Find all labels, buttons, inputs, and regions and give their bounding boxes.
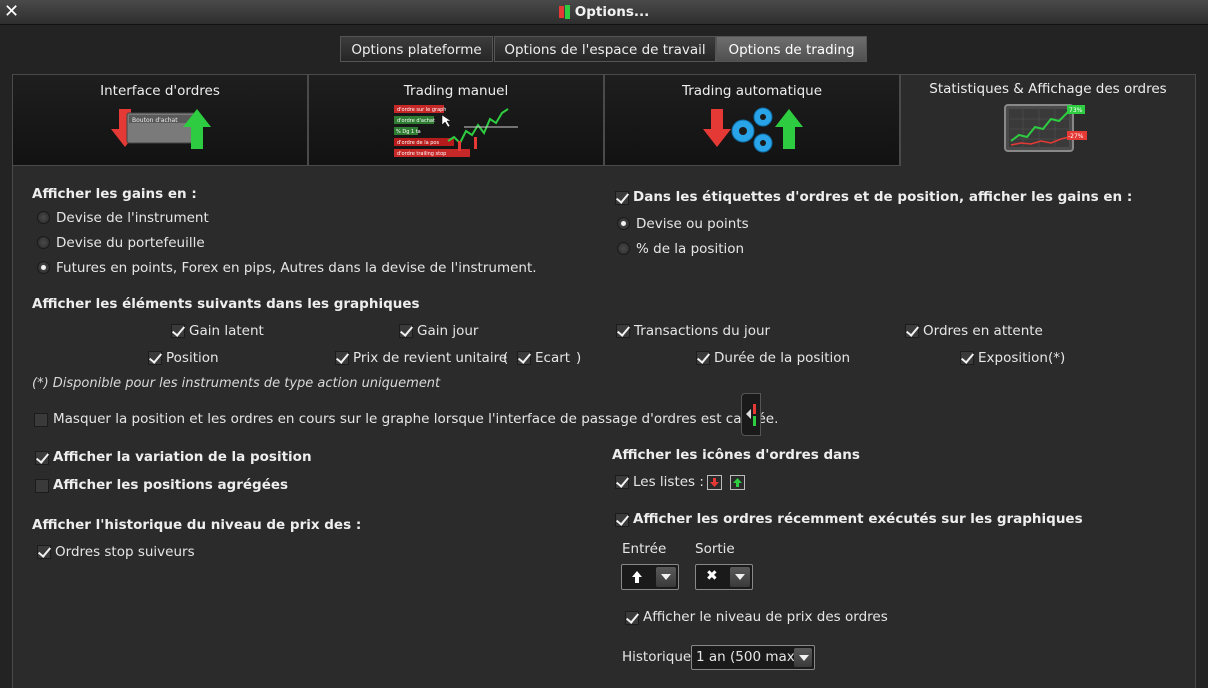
chevron-down-icon[interactable] bbox=[730, 567, 750, 587]
entry-label: Entrée bbox=[622, 541, 667, 557]
pending-orders-label: Ordres en attente bbox=[923, 323, 1043, 339]
radio-percent-position[interactable] bbox=[617, 242, 630, 255]
tab-platform-options[interactable]: Options plateforme bbox=[340, 36, 493, 62]
exposure-checkbox[interactable] bbox=[960, 351, 974, 365]
trailing-stop-label: Ordres stop suiveurs bbox=[55, 544, 195, 560]
lists-label: Les listes : bbox=[633, 474, 704, 490]
title-wrap: Options... bbox=[0, 0, 1208, 24]
unit-cost-label: Prix de revient unitaire bbox=[353, 350, 508, 366]
lists-checkbox[interactable] bbox=[615, 475, 629, 489]
gain-latent-label: Gain latent bbox=[189, 323, 264, 339]
radio-futures-points[interactable] bbox=[37, 261, 50, 274]
order-panel-toggle-icon[interactable] bbox=[741, 393, 761, 436]
tab-automatic-trading-label: Trading automatique bbox=[681, 83, 823, 99]
order-interface-mini-text: Bouton d'achat bbox=[132, 117, 178, 124]
manual-row-1: d'ordre d'achat bbox=[397, 118, 435, 124]
price-level-checkbox[interactable] bbox=[625, 611, 639, 625]
order-icons-title: Afficher les icônes d'ordres dans bbox=[612, 447, 860, 463]
radio-portfolio-currency[interactable] bbox=[37, 236, 50, 249]
manual-row-4: d'ordre trailing stop bbox=[397, 151, 446, 157]
radio-instrument-currency-label: Devise de l'instrument bbox=[56, 210, 209, 226]
unit-cost-checkbox[interactable] bbox=[335, 351, 349, 365]
history-select-value: 1 an (500 max) bbox=[696, 649, 801, 665]
tab-stats-display-label: Statistiques & Affichage des ordres bbox=[929, 81, 1167, 97]
aggregated-checkbox[interactable] bbox=[35, 479, 49, 493]
variation-label: Afficher la variation de la position bbox=[53, 449, 312, 465]
gain-jour-label: Gain jour bbox=[417, 323, 479, 339]
chart-elements-title: Afficher les éléments suivants dans les … bbox=[32, 296, 420, 312]
automatic-trading-icon bbox=[703, 107, 803, 153]
gains-title: Afficher les gains en : bbox=[32, 186, 197, 202]
pending-orders-checkbox[interactable] bbox=[905, 324, 919, 338]
exit-marker-select[interactable]: ✖ bbox=[695, 564, 753, 590]
labels-gains-title: Dans les étiquettes d'ordres et de posit… bbox=[633, 189, 1133, 205]
tab-order-interface-label: Interface d'ordres bbox=[100, 83, 220, 99]
price-level-label: Afficher le niveau de prix des ordres bbox=[643, 609, 888, 625]
spread-checkbox[interactable] bbox=[517, 351, 531, 365]
history-title: Afficher l'historique du niveau de prix … bbox=[32, 517, 362, 533]
radio-futures-points-label: Futures en points, Forex en pips, Autres… bbox=[56, 260, 537, 276]
aggregated-label: Afficher les positions agrégées bbox=[53, 477, 289, 493]
manual-trading-icon: d'ordre sur le graph d'ordre d'achat % D… bbox=[394, 105, 518, 157]
tab-order-interface[interactable]: Interface d'ordres Bouton d'achat bbox=[12, 74, 308, 166]
manual-row-0: d'ordre sur le graph bbox=[397, 107, 446, 113]
sell-order-icon bbox=[707, 475, 722, 490]
recent-orders-checkbox[interactable] bbox=[615, 513, 629, 527]
paren-close: ) bbox=[576, 350, 582, 366]
radio-instrument-currency[interactable] bbox=[37, 211, 50, 224]
order-interface-icon: Bouton d'achat bbox=[111, 109, 211, 149]
app-candle-icon bbox=[558, 5, 571, 20]
labels-gains-checkbox[interactable] bbox=[615, 191, 629, 205]
hide-position-label: Masquer la position et les ordres en cou… bbox=[53, 411, 779, 427]
hide-position-checkbox[interactable] bbox=[34, 413, 48, 427]
transactions-label: Transactions du jour bbox=[634, 323, 771, 339]
chevron-down-icon[interactable] bbox=[794, 648, 812, 667]
history-select[interactable]: 1 an (500 max) bbox=[691, 645, 815, 670]
tab-manual-trading[interactable]: Trading manuel d'ordre sur le graph d'or… bbox=[308, 74, 604, 166]
radio-portfolio-currency-label: Devise du portefeuille bbox=[56, 235, 205, 251]
cross-marker-icon: ✖ bbox=[706, 568, 718, 584]
stats-chart-icon: 73% -27% bbox=[1004, 104, 1087, 152]
buy-order-icon bbox=[730, 475, 745, 490]
arrow-up-icon bbox=[630, 569, 644, 589]
tab-workspace-options[interactable]: Options de l'espace de travail bbox=[494, 36, 716, 62]
window-title: Options... bbox=[574, 4, 650, 20]
trailing-stop-checkbox[interactable] bbox=[37, 545, 51, 559]
entry-marker-select[interactable] bbox=[621, 564, 679, 590]
tab-stats-display[interactable]: Statistiques & Affichage des ordres 73% … bbox=[900, 74, 1196, 167]
radio-percent-position-label: % de la position bbox=[636, 241, 745, 257]
duration-label: Durée de la position bbox=[714, 350, 851, 366]
chevron-down-icon[interactable] bbox=[656, 567, 676, 587]
exit-label: Sortie bbox=[695, 541, 735, 557]
gain-jour-checkbox[interactable] bbox=[399, 324, 413, 338]
paren-open: ( bbox=[503, 350, 509, 366]
tab-trading-options[interactable]: Options de trading bbox=[716, 36, 867, 62]
position-label: Position bbox=[166, 350, 219, 366]
manual-row-3: d'ordre de la pos bbox=[397, 140, 439, 146]
gain-latent-checkbox[interactable] bbox=[171, 324, 185, 338]
position-checkbox[interactable] bbox=[148, 351, 162, 365]
tab-manual-trading-label: Trading manuel bbox=[403, 83, 509, 99]
spread-label: Ecart bbox=[535, 350, 571, 366]
footnote: (*) Disponible pour les instruments de t… bbox=[32, 376, 441, 391]
radio-currency-or-points-label: Devise ou points bbox=[636, 216, 749, 232]
stats-badge-up: 73% bbox=[1069, 107, 1083, 114]
duration-checkbox[interactable] bbox=[696, 351, 710, 365]
tab-automatic-trading[interactable]: Trading automatique bbox=[604, 74, 900, 166]
exposure-label: Exposition(*) bbox=[978, 350, 1066, 366]
recent-orders-label: Afficher les ordres récemment exécutés s… bbox=[633, 511, 1083, 527]
transactions-checkbox[interactable] bbox=[616, 324, 630, 338]
variation-checkbox[interactable] bbox=[35, 451, 49, 465]
radio-currency-or-points[interactable] bbox=[617, 217, 630, 230]
manual-row-2: % Dg 1 ta bbox=[396, 129, 421, 135]
stats-badge-down: -27% bbox=[1068, 133, 1084, 140]
history-select-label: Historique bbox=[622, 649, 692, 665]
